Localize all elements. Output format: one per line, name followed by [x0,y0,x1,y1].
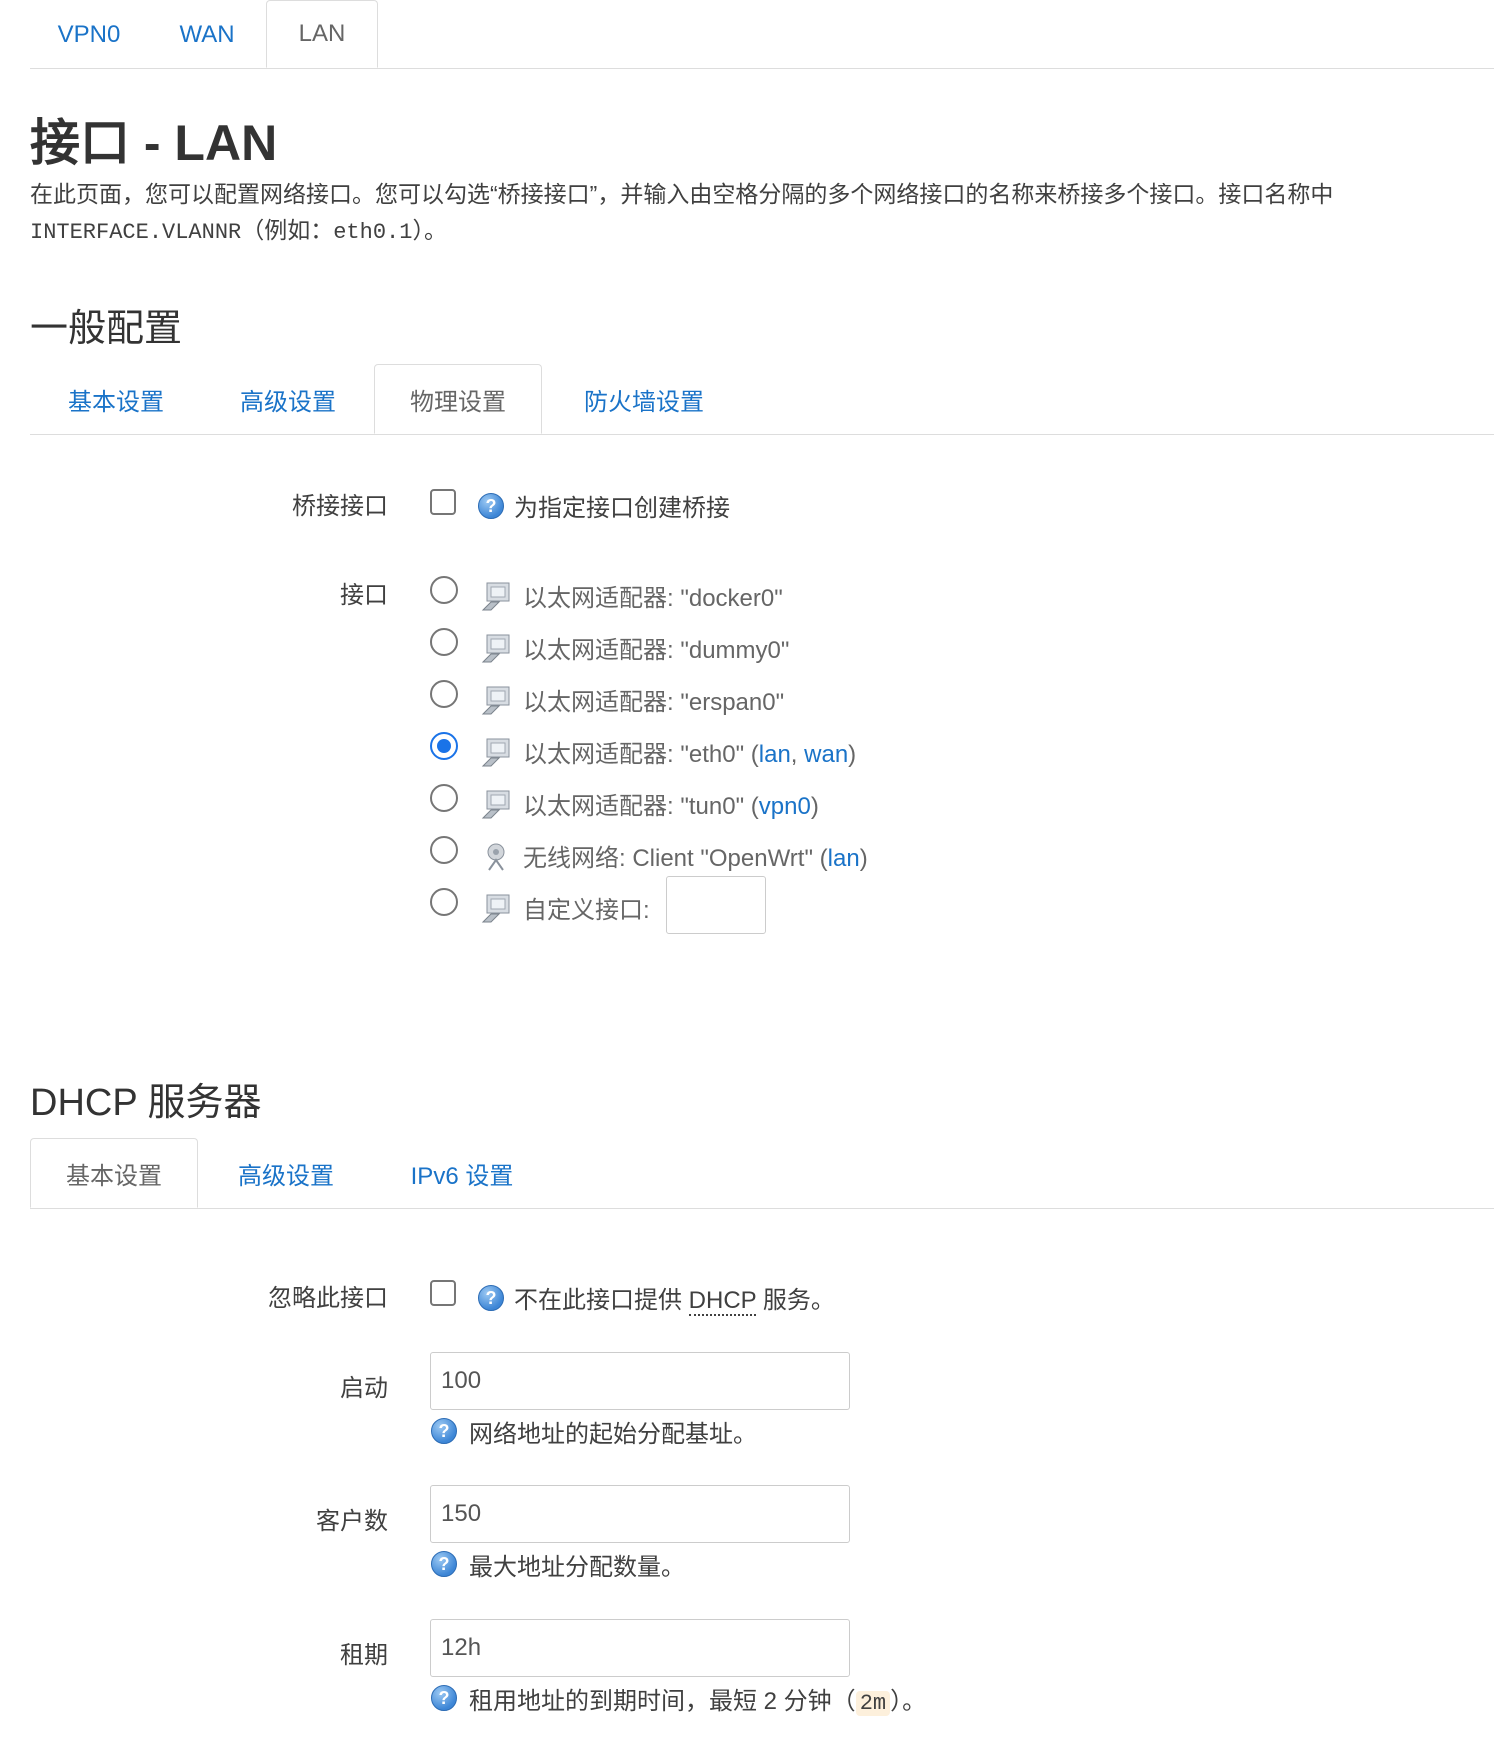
option-tun0[interactable]: 以太网适配器: "tun0" (vpn0) [523,786,819,821]
help-icon: ? [431,1418,457,1444]
page-title: 接口 - LAN [30,115,278,171]
description-example-prefix: （例如： [241,217,334,243]
ethernet-icon [481,738,510,767]
option-label: 以太网适配器: "dummy0" [523,637,790,664]
lease-min-code: 2m [855,1691,891,1716]
ignore-interface-checkbox[interactable] [430,1280,456,1306]
help-text-part: 服务。 [762,1287,835,1314]
lease-time-label: 租期 [340,1642,388,1669]
tab-dhcp-ipv6-settings[interactable]: IPv6 设置 [374,1138,550,1208]
bridge-help-text: 为指定接口创建桥接 [514,495,730,522]
option-wireless-openwrt[interactable]: 无线网络: Client "OpenWrt" (lan) [523,838,868,873]
radio-erspan0[interactable] [430,680,458,708]
option-label: 无线网络: Client "OpenWrt" [523,845,813,872]
ethernet-icon [481,634,510,663]
interface-label: 接口 [340,582,388,609]
option-docker0[interactable]: 以太网适配器: "docker0" [523,578,783,613]
option-label: 以太网适配器: "eth0" [523,741,745,768]
start-help-text: 网络地址的起始分配基址。 [469,1421,757,1448]
page: VPN0 WAN LAN 接口 - LAN 在此页面，您可以配置网络接口。您可以… [0,0,1494,1744]
page-description: 在此页面，您可以配置网络接口。您可以勾选“桥接接口”，并输入由空格分隔的多个网络… [30,176,1333,251]
option-label: 以太网适配器: "erspan0" [523,689,785,716]
option-eth0[interactable]: 以太网适配器: "eth0" (lan, wan) [523,734,856,769]
ethernet-icon [481,790,510,819]
help-text-part: 租用地址的到期时间，最短 2 分钟（ [469,1688,856,1715]
lease-time-input[interactable] [430,1619,850,1677]
tab-dhcp-advanced-settings[interactable]: 高级设置 [198,1138,374,1208]
radio-eth0[interactable] [430,732,458,760]
tab-physical-settings[interactable]: 物理设置 [374,364,542,434]
option-label: 以太网适配器: "docker0" [523,585,783,612]
tab-basic-settings[interactable]: 基本设置 [30,364,202,434]
tab-advanced-settings[interactable]: 高级设置 [202,364,374,434]
client-count-help-text: 最大地址分配数量。 [469,1554,685,1581]
custom-interface-input[interactable] [666,876,766,934]
general-config-heading: 一般配置 [30,308,183,350]
bridge-label: 桥接接口 [292,493,388,520]
description-code: INTERFACE.VLANNR [30,220,242,245]
interface-tabs: VPN0 WAN LAN [30,0,1494,69]
link-lan-wireless[interactable]: lan [828,845,860,872]
option-label: 自定义接口: [523,897,650,924]
help-text-part: 不在此接口提供 [514,1287,682,1314]
tab-firewall-settings[interactable]: 防火墙设置 [542,364,746,434]
option-erspan0[interactable]: 以太网适配器: "erspan0" [523,682,784,717]
bridge-checkbox[interactable] [430,489,456,515]
lease-time-help-text: 租用地址的到期时间，最短 2 分钟（ 2m）。 [469,1681,926,1716]
help-icon: ? [478,1285,504,1311]
client-count-input[interactable] [430,1485,850,1543]
wireless-icon [487,843,505,871]
ethernet-icon [481,686,510,715]
link-vpn0[interactable]: vpn0 [759,793,811,820]
description-example-suffix: ）。 [412,217,447,243]
link-lan[interactable]: lan [759,741,791,768]
help-icon: ? [431,1551,457,1577]
radio-wireless-openwrt[interactable] [430,836,458,864]
tab-vpn0[interactable]: VPN0 [30,0,148,68]
radio-custom-interface[interactable] [430,888,458,916]
tab-wan[interactable]: WAN [148,0,266,68]
description-line-2: INTERFACE.VLANNR（例如：eth0.1）。 [30,212,1333,251]
description-line-1: 在此页面，您可以配置网络接口。您可以勾选“桥接接口”，并输入由空格分隔的多个网络… [30,181,1334,207]
radio-dummy0[interactable] [430,628,458,656]
general-tabs: 基本设置 高级设置 物理设置 防火墙设置 [30,364,1494,435]
client-count-label: 客户数 [316,1508,388,1535]
ignore-interface-help: 不在此接口提供 DHCP 服务。 [514,1280,835,1316]
option-custom-interface[interactable]: 自定义接口: [523,890,650,925]
option-label: 以太网适配器: "tun0" [523,793,745,820]
radio-docker0[interactable] [430,576,458,604]
radio-tun0[interactable] [430,784,458,812]
link-wan[interactable]: wan [804,741,848,768]
help-text-part: ）。 [890,1688,927,1715]
help-icon: ? [431,1685,457,1711]
start-label: 启动 [340,1375,388,1402]
start-input[interactable] [430,1352,850,1410]
help-icon: ? [478,493,504,519]
tab-dhcp-basic-settings[interactable]: 基本设置 [30,1138,198,1208]
tab-lan[interactable]: LAN [266,0,378,68]
ethernet-icon [481,894,510,923]
dhcp-tabs: 基本设置 高级设置 IPv6 设置 [30,1138,1494,1209]
option-dummy0[interactable]: 以太网适配器: "dummy0" [523,630,789,665]
description-example: eth0.1 [333,220,413,245]
ignore-interface-label: 忽略此接口 [268,1285,388,1312]
dhcp-abbr: DHCP [688,1287,757,1316]
dhcp-server-heading: DHCP 服务器 [30,1082,262,1124]
ethernet-icon [481,582,510,611]
